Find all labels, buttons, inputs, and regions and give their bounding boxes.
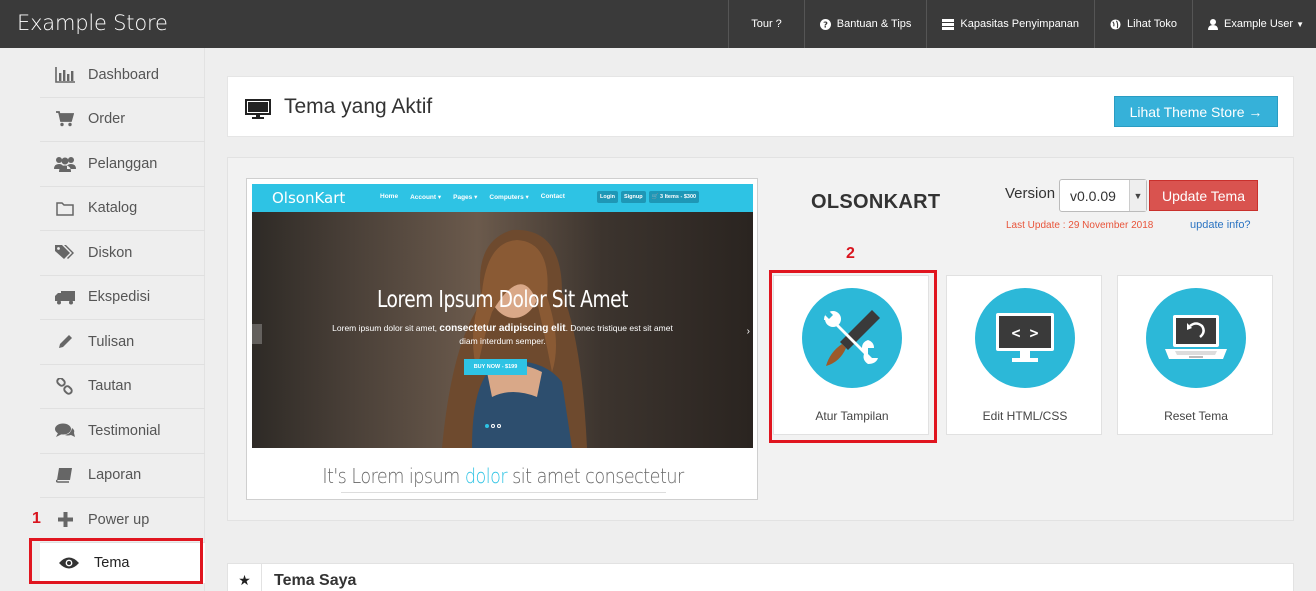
sidebar-item-tema[interactable]: Tema xyxy=(40,542,205,583)
preview-tagline: It's Lorem ipsum dolor sit amet consecte… xyxy=(322,464,684,488)
version-label: Version xyxy=(1005,185,1056,202)
active-theme-header: Tema yang Aktif Lihat Theme Store → xyxy=(227,76,1294,137)
monitor-icon xyxy=(245,99,271,119)
step-annotation-2: 2 xyxy=(846,245,855,262)
caret-down-icon: ▼ xyxy=(1296,19,1304,29)
question-circle-icon: ? xyxy=(819,18,831,30)
star-icon: ★ xyxy=(228,564,262,591)
sidebar-item-laporan[interactable]: Laporan xyxy=(40,454,205,498)
preview-menu-item: Pages ▾ xyxy=(453,194,478,201)
last-update-text: Last Update : 29 November 2018 xyxy=(1006,220,1154,231)
active-theme-panel: OlsonKart Home Account ▾ Pages ▾ Compute… xyxy=(227,157,1294,521)
sidebar-item-diskon[interactable]: Diskon xyxy=(40,231,205,276)
step-annotation-1: 1 xyxy=(32,510,41,527)
preview-hero-title: Lorem Ipsum Dolor Sit Amet xyxy=(376,287,629,313)
cart-icon xyxy=(54,109,76,129)
preview-menu: Home Account ▾ Pages ▾ Computers ▾ Conta… xyxy=(380,193,565,201)
plus-icon xyxy=(54,510,76,530)
pencil-icon xyxy=(54,332,76,352)
user-menu[interactable]: Example User ▼ xyxy=(1192,0,1316,48)
update-info-link[interactable]: update info? xyxy=(1190,219,1251,231)
preview-hero: Lorem Ipsum Dolor Sit Amet Lorem ipsum d… xyxy=(252,212,753,448)
view-store-link[interactable]: Lihat Toko xyxy=(1094,0,1192,48)
preview-menu-item: Computers ▾ xyxy=(489,194,529,201)
folder-icon xyxy=(54,198,76,218)
tour-link[interactable]: Tour ? xyxy=(728,0,804,48)
preview-menu-item: Contact xyxy=(540,193,565,200)
tile-label: Reset Tema xyxy=(1164,409,1228,423)
preview-buy-button: BUY NOW - $199 xyxy=(464,359,527,375)
comments-icon xyxy=(54,421,76,441)
sidebar-item-tautan[interactable]: Tautan xyxy=(40,365,205,409)
version-select[interactable]: v0.0.09 ▼ xyxy=(1059,179,1147,212)
my-themes-section: ★ Tema Saya xyxy=(227,563,1294,591)
sidebar-item-power-up[interactable]: Power up xyxy=(40,498,205,543)
svg-text:?: ? xyxy=(823,19,828,29)
sidebar-item-testimonial[interactable]: Testimonial xyxy=(40,409,205,454)
preview-cart: 🛒 3 Items - $300 xyxy=(648,191,700,203)
tags-icon xyxy=(54,243,76,263)
update-theme-button[interactable]: Update Tema xyxy=(1149,180,1258,211)
laptop-reset-icon xyxy=(1165,315,1227,359)
preview-prev-arrow xyxy=(252,324,262,344)
globe-icon xyxy=(1110,18,1121,30)
preview-buttons: Login Signup 🛒 3 Items - $300 xyxy=(597,191,700,203)
preview-next-arrow: › xyxy=(746,326,750,337)
sidebar-item-ekspedisi[interactable]: Ekspedisi xyxy=(40,276,205,320)
monitor-code-icon: < > xyxy=(996,313,1054,362)
book-icon xyxy=(54,465,76,485)
preview-login: Login xyxy=(597,191,618,203)
user-icon xyxy=(1208,18,1218,30)
tile-reset-tema[interactable]: Reset Tema xyxy=(1117,275,1273,435)
tile-atur-tampilan[interactable]: Atur Tampilan xyxy=(773,275,929,435)
theme-preview-image: OlsonKart Home Account ▾ Pages ▾ Compute… xyxy=(246,178,758,500)
theme-store-button[interactable]: Lihat Theme Store → xyxy=(1114,96,1278,127)
page-title: Tema yang Aktif xyxy=(284,95,433,118)
top-navbar: Example Store Tour ? ? Bantuan & Tips Ka… xyxy=(0,0,1316,48)
chevron-down-icon: ▼ xyxy=(1129,180,1146,211)
sidebar-item-pelanggan[interactable]: Pelanggan xyxy=(40,142,205,187)
tile-label: Edit HTML/CSS xyxy=(982,409,1068,423)
preview-signup: Signup xyxy=(620,191,646,203)
truck-icon xyxy=(54,287,76,307)
tile-label: Atur Tampilan xyxy=(815,409,889,423)
preview-carousel-dots xyxy=(485,424,501,428)
tile-edit-html-css[interactable]: < > Edit HTML/CSS xyxy=(946,275,1102,435)
top-nav-menu: Tour ? ? Bantuan & Tips Kapasitas Penyim… xyxy=(728,0,1316,48)
sidebar-item-dashboard[interactable]: Dashboard xyxy=(40,53,205,98)
bar-chart-icon xyxy=(54,65,76,85)
theme-name: OLSONKART xyxy=(811,191,941,213)
my-themes-title: Tema Saya xyxy=(274,572,357,589)
preview-menu-item: Account ▾ xyxy=(410,194,442,201)
wrench-brush-icon xyxy=(824,310,880,366)
brand-name[interactable]: Example Store xyxy=(17,11,168,35)
sidebar-item-tulisan[interactable]: Tulisan xyxy=(40,320,205,365)
preview-divider xyxy=(341,492,666,493)
sidebar-item-order[interactable]: Order xyxy=(40,98,205,142)
svg-text:< >: < > xyxy=(1011,324,1038,342)
help-link[interactable]: ? Bantuan & Tips xyxy=(803,0,927,48)
preview-menu-item: Home xyxy=(380,193,399,200)
users-icon xyxy=(54,154,76,174)
preview-navbar: OlsonKart Home Account ▾ Pages ▾ Compute… xyxy=(252,184,753,212)
link-icon xyxy=(54,376,76,396)
preview-hero-subtitle: Lorem ipsum dolor sit amet, consectetur … xyxy=(332,323,673,346)
preview-logo: OlsonKart xyxy=(272,189,346,207)
storage-icon xyxy=(942,18,955,30)
storage-link[interactable]: Kapasitas Penyimpanan xyxy=(926,0,1094,48)
sidebar-item-katalog[interactable]: Katalog xyxy=(40,187,205,231)
eye-icon xyxy=(58,553,80,573)
